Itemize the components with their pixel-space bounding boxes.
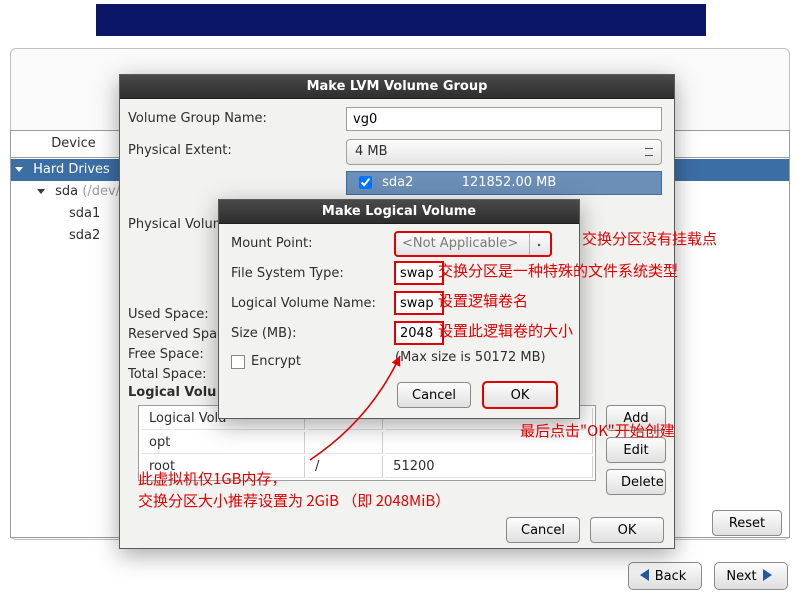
physical-volume-list[interactable]: sda2 121852.00 MB xyxy=(346,171,662,195)
vg-name-input[interactable] xyxy=(346,107,662,131)
lv-edit-button[interactable]: Edit xyxy=(606,437,666,463)
size-label: Size (MB): xyxy=(231,326,296,341)
chevron-down-icon xyxy=(37,189,45,194)
reset-button[interactable]: Reset xyxy=(712,510,782,536)
lv-name-input[interactable] xyxy=(395,292,443,314)
next-button[interactable]: Next xyxy=(714,562,788,590)
pe-label: Physical Extent: xyxy=(128,143,232,158)
tree-label: sda xyxy=(55,184,78,199)
mount-point-label: Mount Point: xyxy=(231,236,313,251)
pv-checkbox[interactable] xyxy=(359,176,372,189)
col-device: Device xyxy=(10,130,128,158)
encrypt-checkbox-row[interactable]: Encrypt xyxy=(231,354,301,369)
pe-select[interactable]: 4 MB xyxy=(346,139,662,165)
arrow-left-icon xyxy=(640,569,649,581)
back-button[interactable]: Back xyxy=(628,562,702,590)
vg-ok-button[interactable]: OK xyxy=(590,517,664,543)
max-size-hint: (Max size is 50172 MB) xyxy=(395,350,546,365)
fs-type-input[interactable] xyxy=(395,262,443,284)
list-item[interactable]: sda2 121852.00 MB xyxy=(347,172,661,194)
lv-add-button[interactable]: Add xyxy=(606,405,666,431)
chevron-down-icon xyxy=(15,167,23,172)
pv-heading: Physical Volum xyxy=(128,217,225,232)
lv-name-label: Logical Volume Name: xyxy=(231,296,376,311)
lv-ok-button[interactable]: OK xyxy=(483,382,557,408)
arrow-right-icon xyxy=(763,569,772,581)
space-stats: Used Space: Reserved Spac Free Space: To… xyxy=(128,305,224,385)
lv-delete-button[interactable]: Delete xyxy=(606,469,666,495)
vg-cancel-button[interactable]: Cancel xyxy=(506,517,580,543)
vg-name-label: Volume Group Name: xyxy=(128,111,267,126)
mount-point-select[interactable]: <Not Applicable> xyxy=(395,232,551,256)
fs-type-label: File System Type: xyxy=(231,266,344,281)
pv-device: sda2 xyxy=(382,175,413,190)
dialog-title: Make LVM Volume Group xyxy=(120,75,674,99)
dialog-make-logical-volume: Make Logical Volume Mount Point: <Not Ap… xyxy=(218,199,580,419)
size-input[interactable] xyxy=(395,322,443,344)
lv-cancel-button[interactable]: Cancel xyxy=(397,382,471,408)
dialog-title: Make Logical Volume xyxy=(219,200,579,224)
tree-label: Hard Drives xyxy=(33,162,110,177)
table-row[interactable]: opt xyxy=(141,432,593,454)
pv-size: 121852.00 MB xyxy=(462,175,557,190)
lv-heading: Logical Volu xyxy=(128,385,216,400)
table-row[interactable]: root/51200 xyxy=(141,456,593,478)
header-bar xyxy=(96,4,706,36)
encrypt-checkbox[interactable] xyxy=(231,355,245,369)
